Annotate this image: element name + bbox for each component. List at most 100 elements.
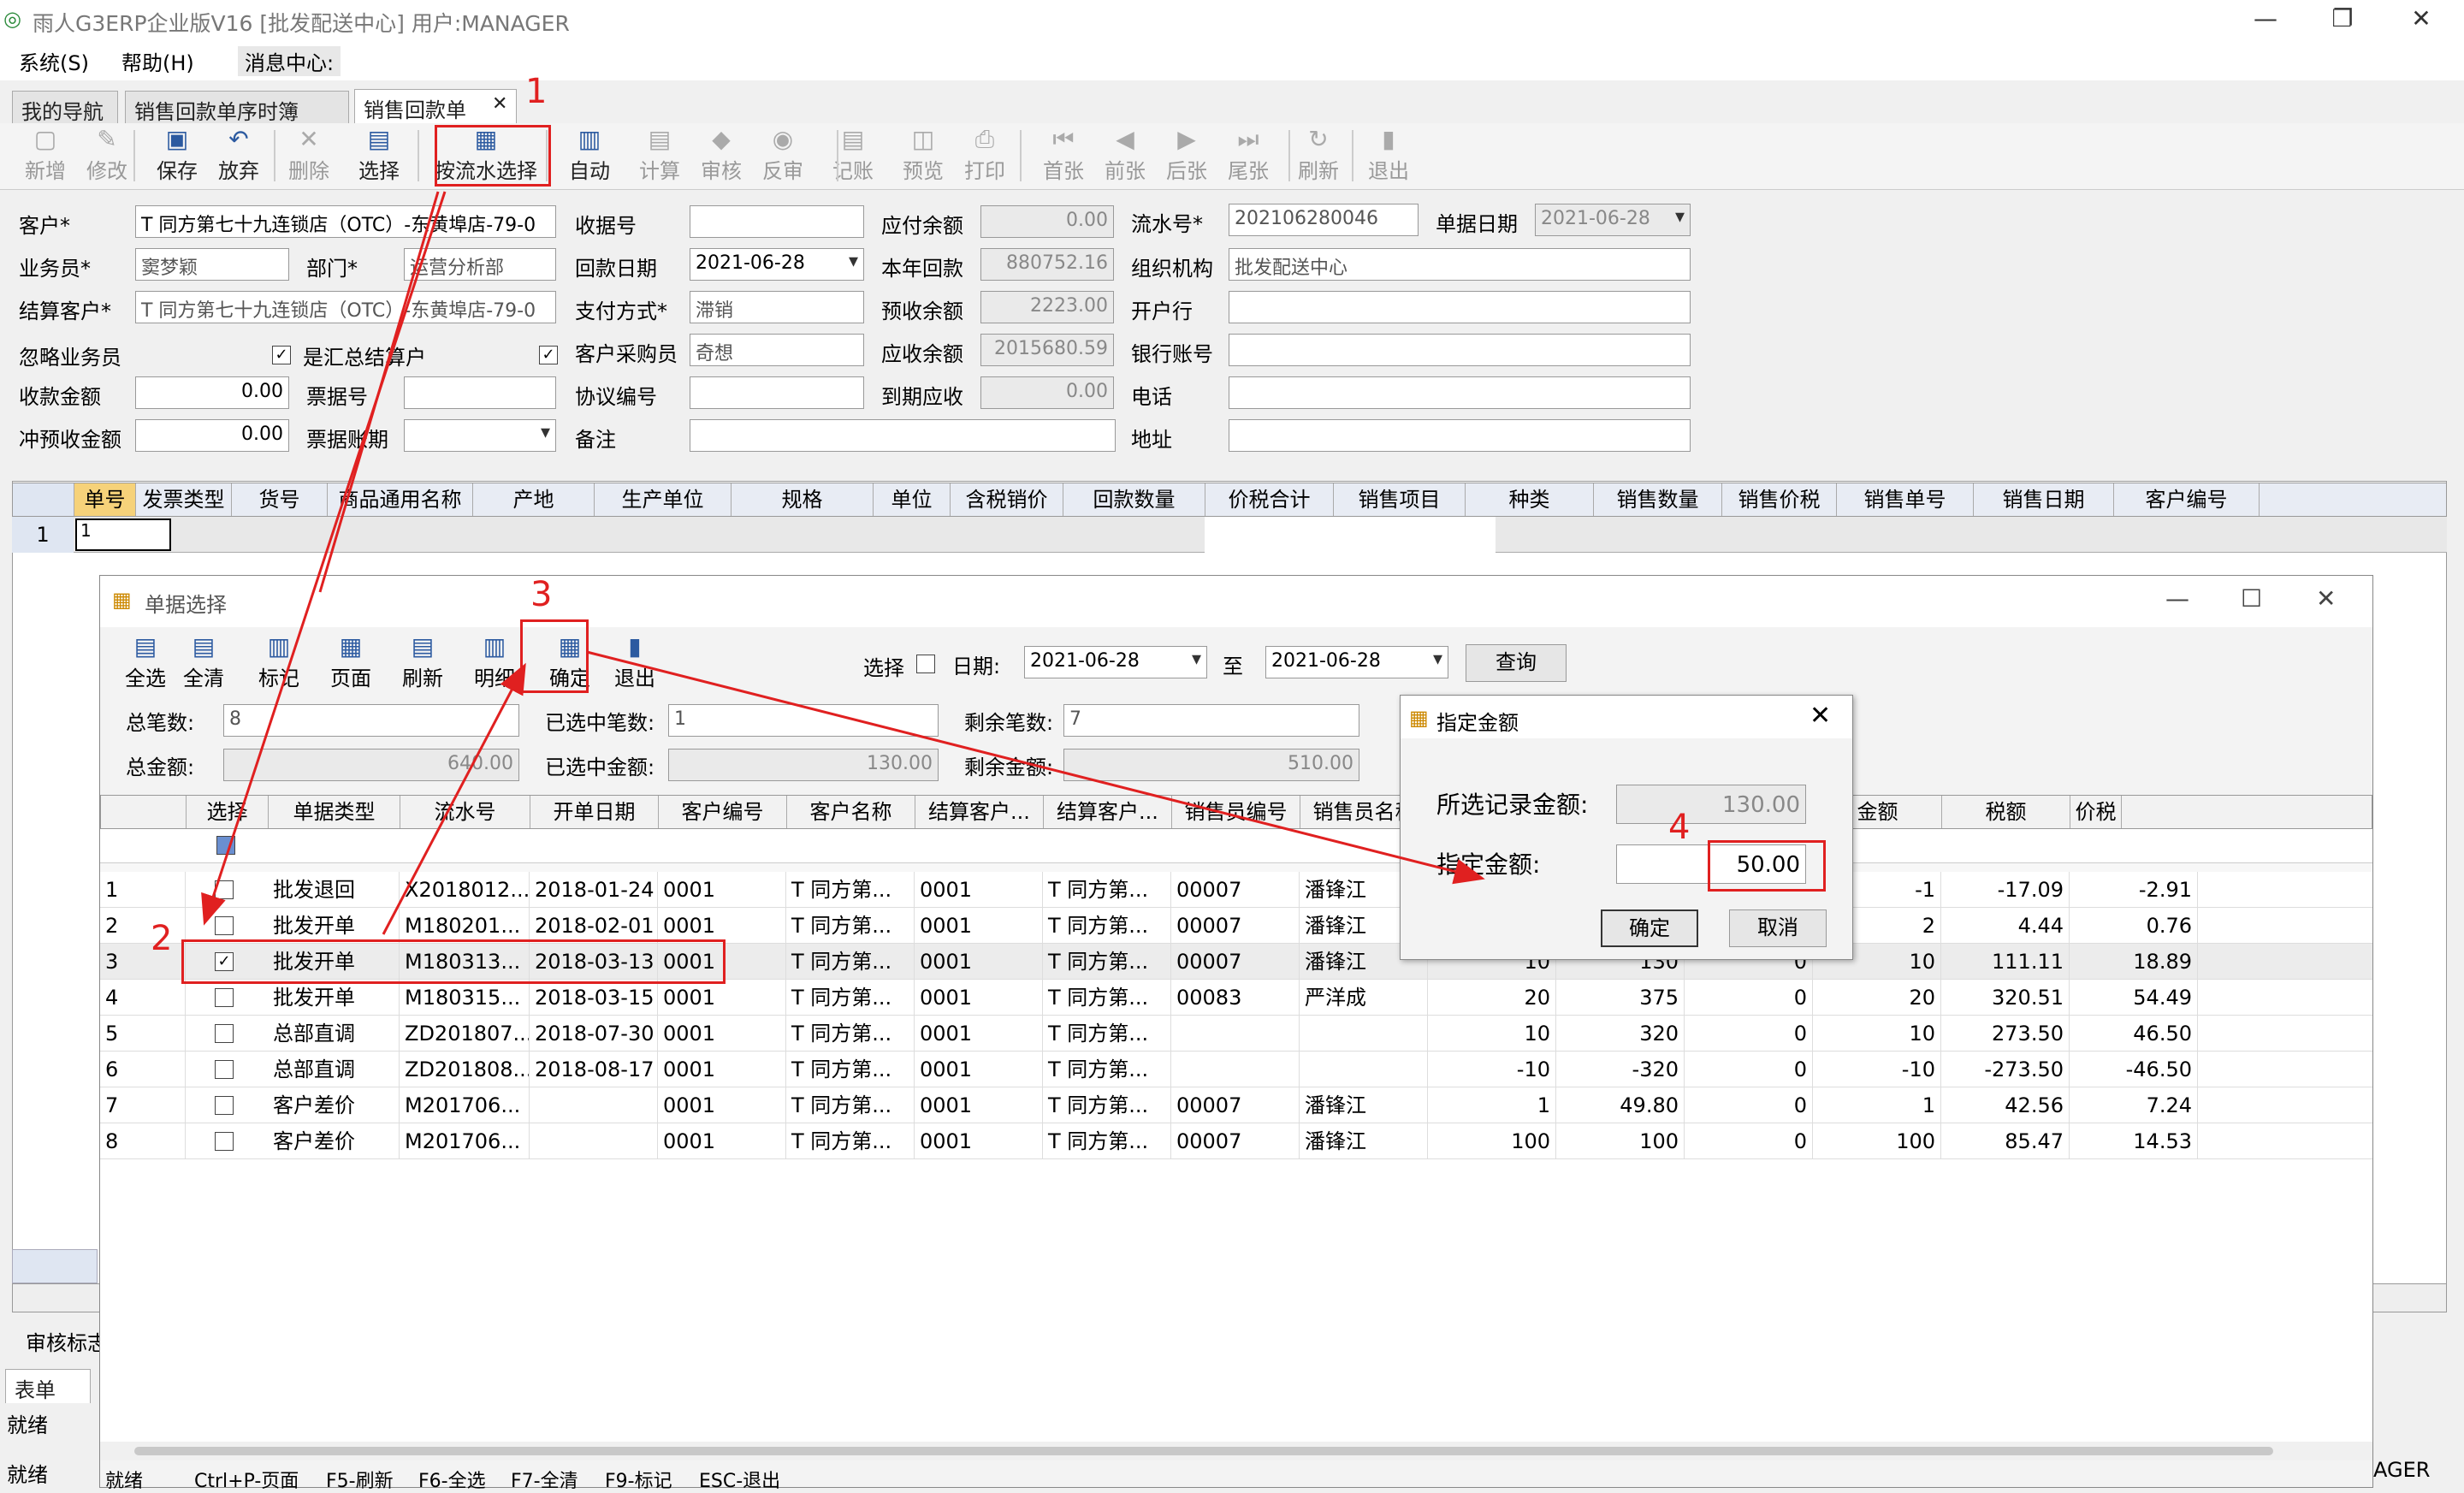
summary-settle-checkbox[interactable]: ✓: [539, 346, 558, 364]
menu-help[interactable]: 帮助(H): [121, 46, 194, 76]
doc-col-header[interactable]: 开单日期: [530, 796, 659, 828]
doc-col-header[interactable]: 选择: [187, 796, 269, 828]
restore-button[interactable]: ❐: [2317, 2, 2368, 36]
date-from-select[interactable]: 2021-06-28: [1024, 646, 1207, 678]
row-select-checkbox[interactable]: [215, 880, 234, 899]
pay-method-input[interactable]: 滞销: [690, 291, 864, 323]
main-col-header[interactable]: 商品通用名称: [328, 483, 473, 516]
main-col-header[interactable]: 产地: [473, 483, 595, 516]
main-col-header[interactable]: 种类: [1466, 483, 1594, 516]
toolbar-post-button[interactable]: ▤ 记账: [823, 125, 883, 187]
doc-date-select[interactable]: 2021-06-28: [1535, 204, 1691, 236]
query-button[interactable]: 查询: [1466, 644, 1567, 682]
dialog-select-all-button[interactable]: ▤ 全选: [117, 632, 174, 692]
doc-col-header[interactable]: 客户编号: [659, 796, 787, 828]
main-grid-row[interactable]: 1 1: [12, 517, 2447, 553]
tab-form[interactable]: 表单: [5, 1369, 91, 1403]
doc-col-header[interactable]: 税额: [1942, 796, 2070, 828]
salesman-input[interactable]: 窦梦颖: [135, 248, 289, 281]
tab-receipt-doc[interactable]: 销售回款单 ✕: [354, 89, 517, 123]
doc-grid-row[interactable]: 7 客户差价 M201706... 0001 T 同方第... 0001 T 同方第... 0…: [100, 1087, 2372, 1123]
row-select-checkbox[interactable]: [215, 1060, 234, 1079]
main-grid-active-cell[interactable]: 1: [75, 518, 171, 551]
main-col-header[interactable]: 销售价税: [1722, 483, 1837, 516]
doc-col-header[interactable]: 销售员编号: [1172, 796, 1300, 828]
buyer-input[interactable]: 奇想: [690, 334, 864, 366]
doc-grid-row[interactable]: 6 总部直调 ZD201808... 2018-08-17 0001 T 同方第... 00…: [100, 1052, 2372, 1087]
main-col-header[interactable]: 销售项目: [1334, 483, 1466, 516]
toolbar-select-button[interactable]: ▤ 选择: [349, 125, 409, 187]
toolbar-new-button[interactable]: ▢ 新增: [15, 125, 75, 187]
row-select-checkbox[interactable]: [215, 1132, 234, 1151]
main-col-header[interactable]: 单号: [74, 483, 136, 516]
main-col-header[interactable]: 规格: [732, 483, 874, 516]
toolbar-refresh-button[interactable]: ↻ 刷新: [1288, 125, 1348, 187]
hscroll-thumb[interactable]: [134, 1447, 2273, 1455]
dialog-refresh-button[interactable]: ▤ 刷新: [394, 632, 451, 692]
toolbar-audit-button[interactable]: ◆ 审核: [691, 125, 751, 187]
tab-close-icon[interactable]: ✕: [492, 93, 507, 115]
doc-col-header[interactable]: 结算客户...: [1044, 796, 1172, 828]
amount-ok-button[interactable]: 确定: [1601, 909, 1698, 947]
toolbar-unaudit-button[interactable]: ◉ 反审: [753, 125, 813, 187]
main-col-header[interactable]: 回款数量: [1063, 483, 1205, 516]
bill-no-input[interactable]: [404, 376, 556, 409]
amount-dialog-close-button[interactable]: ✕: [1810, 701, 1831, 731]
receipt-amount-input[interactable]: 0.00: [135, 376, 289, 409]
customer-input[interactable]: T 同方第七十九连锁店（OTC）-东黄埠店-79-0: [135, 205, 556, 238]
menu-system[interactable]: 系统(S): [19, 46, 89, 76]
dialog-mark-button[interactable]: ▥ 标记: [251, 632, 307, 692]
main-col-header[interactable]: 销售日期: [1974, 483, 2114, 516]
toolbar-save-button[interactable]: ▣ 保存: [147, 125, 207, 187]
toolbar-delete-button[interactable]: ✕ 删除: [279, 125, 339, 187]
doc-col-header[interactable]: 客户名称: [787, 796, 915, 828]
agreement-input[interactable]: [690, 376, 864, 409]
minimize-button[interactable]: —: [2240, 2, 2291, 36]
main-col-header[interactable]: 单位: [874, 483, 951, 516]
doc-grid-hscroll[interactable]: [100, 1442, 2372, 1460]
toolbar-undo-button[interactable]: ↶ 放弃: [209, 125, 269, 187]
offset-prepaid-input[interactable]: 0.00: [135, 419, 289, 452]
doc-grid-row[interactable]: 4 批发开单 M180315... 2018-03-15 0001 T 同方第... 000…: [100, 980, 2372, 1016]
doc-col-header[interactable]: 单据类型: [269, 796, 400, 828]
remark-input[interactable]: [690, 419, 1116, 452]
bill-due-select[interactable]: [404, 419, 556, 452]
doc-grid-row[interactable]: 1 批发退回 X2018012... 2018-01-24 0001 T 同方第... 00…: [100, 872, 2372, 908]
main-col-header[interactable]: 含税销价: [951, 483, 1063, 516]
bank-input[interactable]: [1229, 291, 1691, 323]
dialog-maximize-button[interactable]: ☐: [2241, 584, 2262, 613]
org-input[interactable]: 批发配送中心: [1229, 248, 1691, 281]
main-col-header[interactable]: 生产单位: [595, 483, 732, 516]
doc-col-header[interactable]: 流水号: [400, 796, 530, 828]
main-col-header[interactable]: 价税合计: [1205, 483, 1334, 516]
select-all-checkbox[interactable]: [216, 836, 235, 855]
dialog-clear-all-button[interactable]: ▤ 全清: [175, 632, 232, 692]
date-to-select[interactable]: 2021-06-28: [1265, 646, 1448, 678]
row-select-checkbox[interactable]: [215, 1096, 234, 1115]
toolbar-auto-button[interactable]: ▥ 自动: [560, 125, 619, 187]
toolbar-preview-button[interactable]: ◫ 预览: [893, 125, 953, 187]
toolbar-edit-button[interactable]: ✎ 修改: [77, 125, 137, 187]
toolbar-prev-button[interactable]: ◀ 前张: [1095, 125, 1155, 187]
dept-input[interactable]: 运营分析部: [404, 248, 556, 281]
settle-customer-input[interactable]: T 同方第七十九连锁店（OTC）-东黄埠店-79-0: [135, 291, 556, 323]
main-col-header[interactable]: 客户编号: [2114, 483, 2260, 516]
row-select-checkbox[interactable]: [215, 916, 234, 935]
toolbar-exit-button[interactable]: ▮ 退出: [1359, 125, 1419, 187]
dialog-minimize-button[interactable]: —: [2165, 584, 2189, 613]
toolbar-last-button[interactable]: ⏭ 尾张: [1218, 125, 1278, 187]
toolbar-print-button[interactable]: ⎙ 打印: [955, 125, 1015, 187]
editable-cells[interactable]: [1205, 517, 1496, 553]
phone-input[interactable]: [1229, 376, 1691, 409]
doc-col-header[interactable]: 结算客户...: [915, 796, 1044, 828]
address-input[interactable]: [1229, 419, 1691, 452]
toolbar-next-button[interactable]: ▶ 后张: [1157, 125, 1217, 187]
dialog-exit-button[interactable]: ▮ 退出: [607, 632, 663, 692]
main-col-header[interactable]: 发票类型: [136, 483, 232, 516]
select-checkbox[interactable]: [916, 655, 935, 673]
dialog-page-button[interactable]: ▦ 页面: [323, 632, 379, 692]
main-col-header[interactable]: 销售单号: [1837, 483, 1974, 516]
ignore-salesman-checkbox[interactable]: ✓: [272, 346, 291, 364]
main-col-header[interactable]: 销售数量: [1594, 483, 1722, 516]
account-input[interactable]: [1229, 334, 1691, 366]
